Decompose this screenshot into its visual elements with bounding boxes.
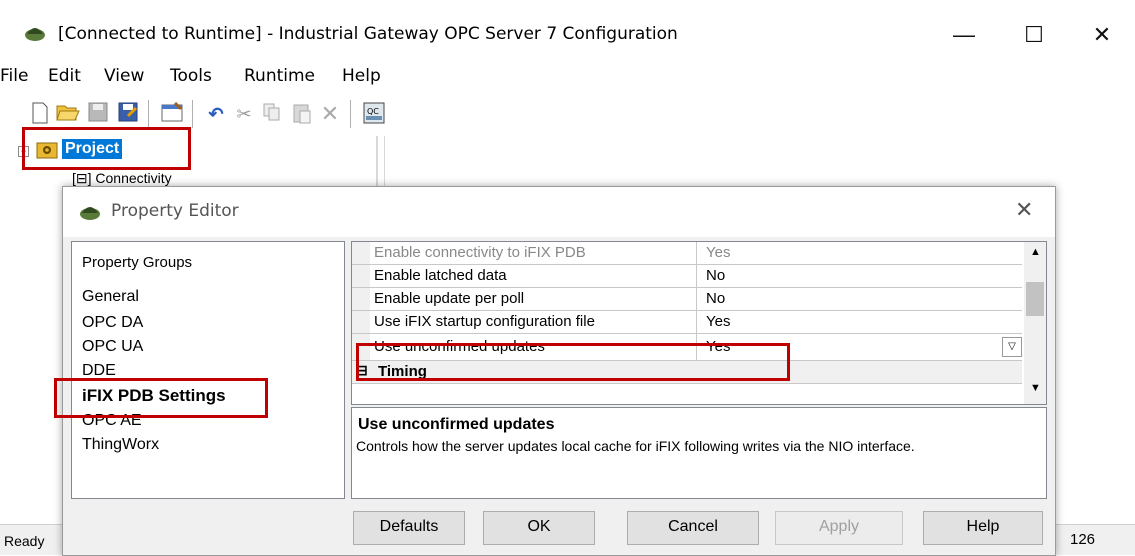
menu-bar: File Edit View Tools Runtime Help (0, 62, 1135, 90)
cancel-button[interactable]: Cancel (627, 511, 759, 545)
property-value: No (706, 267, 726, 284)
column-divider (696, 265, 697, 287)
property-value: Yes (706, 244, 731, 261)
property-row[interactable]: Enable latched data No (352, 265, 1022, 288)
toolbar-separator (350, 100, 351, 128)
group-general[interactable]: General (82, 288, 139, 306)
app-icon (24, 24, 46, 42)
menu-edit[interactable]: Edit (48, 66, 81, 86)
column-divider (696, 311, 697, 333)
save-as-icon[interactable] (116, 102, 140, 126)
svg-text:QC: QC (367, 107, 379, 116)
scroll-down-icon[interactable]: ▼ (1030, 382, 1041, 394)
status-text: Ready (4, 533, 45, 549)
property-row[interactable]: Enable connectivity to iFIX PDB Yes (352, 242, 1022, 265)
group-opc-ua[interactable]: OPC UA (82, 338, 143, 356)
title-bar: [Connected to Runtime] - Industrial Gate… (0, 0, 1135, 60)
tree-item-connectivity-row: [⊟] Connectivity (72, 170, 172, 187)
open-icon[interactable] (56, 102, 80, 126)
ok-button[interactable]: OK (483, 511, 595, 545)
property-value: Yes (706, 313, 731, 330)
toolbar-separator (192, 100, 193, 128)
dialog-app-icon (79, 203, 101, 221)
status-count: 126 (1070, 531, 1096, 548)
property-value: No (706, 290, 726, 307)
menu-view[interactable]: View (104, 66, 144, 86)
undo-icon[interactable]: ↶ (204, 102, 228, 126)
help-button[interactable]: Help (923, 511, 1043, 545)
close-button[interactable]: ✕ (1082, 20, 1122, 50)
highlight-ifix-group (54, 378, 268, 418)
group-thingworx[interactable]: ThingWorx (82, 436, 159, 454)
highlight-unconfirmed-updates (356, 343, 790, 381)
dialog-close-button[interactable]: ✕ (1015, 197, 1033, 223)
quick-client-icon[interactable]: QC (362, 102, 386, 126)
tree-item-connectivity[interactable]: Connectivity (95, 170, 171, 186)
delete-icon[interactable]: ✕ (318, 102, 342, 126)
properties-icon[interactable] (160, 101, 184, 126)
apply-button[interactable]: Apply (775, 511, 903, 545)
scroll-up-icon[interactable]: ▲ (1030, 246, 1041, 258)
property-name: Use iFIX startup configuration file (374, 313, 595, 330)
property-grid-scrollbar[interactable]: ▲ ▼ (1024, 242, 1046, 404)
row-gutter (352, 242, 370, 264)
property-name: Enable update per poll (374, 290, 525, 307)
property-name: Enable latched data (374, 267, 507, 284)
property-groups-header: Property Groups (82, 254, 193, 271)
paste-icon[interactable] (290, 102, 314, 126)
defaults-button[interactable]: Defaults (353, 511, 465, 545)
property-groups-list: Property Groups General OPC DA OPC UA DD… (71, 241, 345, 499)
row-gutter (352, 311, 370, 333)
menu-runtime[interactable]: Runtime (244, 66, 315, 86)
menu-file[interactable]: File (0, 66, 28, 86)
column-divider (696, 288, 697, 310)
menu-tools[interactable]: Tools (170, 66, 212, 86)
minimize-button[interactable]: — (944, 20, 984, 50)
copy-icon[interactable] (260, 102, 284, 126)
dialog-title-bar: Property Editor ✕ (63, 187, 1055, 237)
description-text: Controls how the server updates local ca… (356, 438, 915, 454)
property-row[interactable]: Use iFIX startup configuration file Yes (352, 311, 1022, 334)
save-icon[interactable] (86, 102, 110, 126)
row-gutter (352, 265, 370, 287)
cut-icon[interactable]: ✂ (232, 102, 256, 126)
connectivity-icon: [⊟] (72, 170, 92, 186)
window-title: [Connected to Runtime] - Industrial Gate… (58, 24, 678, 44)
maximize-button[interactable]: ☐ (1014, 20, 1054, 50)
dialog-title: Property Editor (111, 201, 239, 221)
description-title: Use unconfirmed updates (358, 416, 555, 433)
new-icon[interactable] (28, 102, 52, 126)
description-panel: Use unconfirmed updates Controls how the… (351, 407, 1047, 499)
property-row[interactable]: Enable update per poll No (352, 288, 1022, 311)
toolbar-separator (148, 100, 149, 128)
column-divider (696, 242, 697, 264)
group-opc-da[interactable]: OPC DA (82, 314, 143, 332)
row-gutter (352, 288, 370, 310)
menu-help[interactable]: Help (342, 66, 381, 86)
dropdown-arrow-icon[interactable]: ▽ (1002, 337, 1022, 357)
scroll-thumb[interactable] (1026, 282, 1044, 316)
property-name: Enable connectivity to iFIX PDB (374, 244, 586, 261)
highlight-project (22, 127, 191, 170)
